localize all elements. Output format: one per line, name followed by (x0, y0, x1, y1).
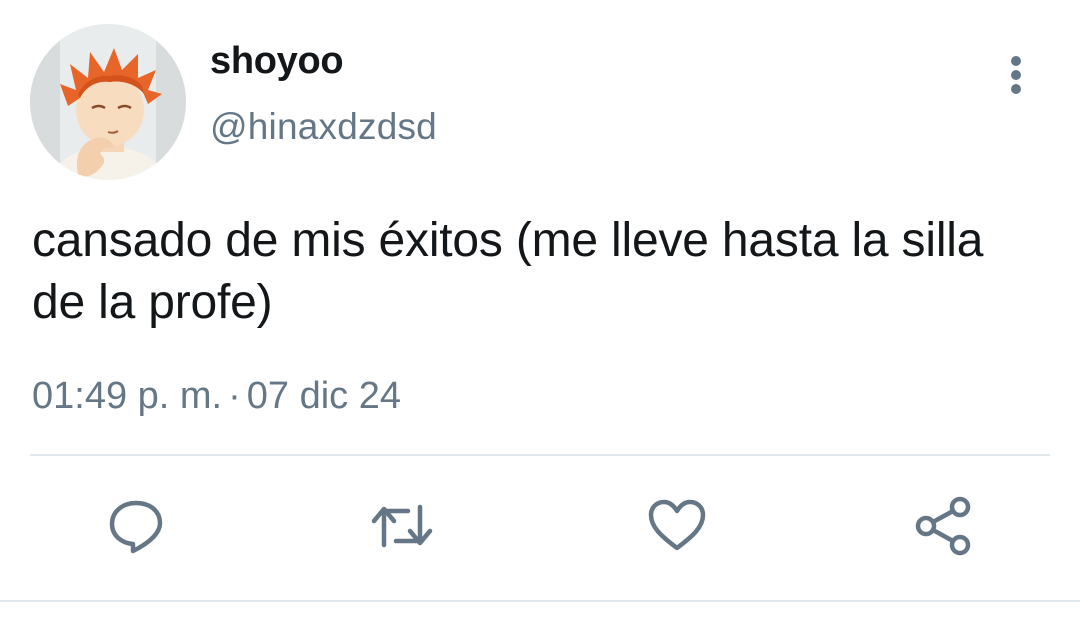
tweet-date: 07 dic 24 (246, 375, 402, 417)
timestamp-separator: · (228, 375, 241, 417)
like-heart-icon (648, 499, 706, 551)
divider (30, 454, 1050, 456)
bottom-divider (0, 600, 1080, 602)
share-icon (915, 496, 971, 556)
user-handle[interactable]: @hinaxdzdsd (210, 104, 437, 150)
more-options-button[interactable] (996, 50, 1036, 100)
like-button[interactable] (645, 494, 709, 558)
display-name[interactable]: shoyoo (210, 38, 344, 84)
reply-icon (109, 500, 163, 554)
tweet-time: 01:49 p. m. (32, 375, 223, 417)
retweet-icon (371, 504, 433, 548)
avatar[interactable] (30, 24, 186, 180)
more-dot-icon (1011, 84, 1021, 94)
more-dot-icon (1011, 56, 1021, 66)
tweet-timestamp[interactable]: 01:49 p. m. · 07 dic 24 (32, 372, 401, 420)
share-button[interactable] (912, 494, 976, 558)
reply-button[interactable] (104, 494, 168, 558)
avatar-image (30, 24, 186, 180)
tweet-text: cansado de mis éxitos (me lleve hasta la… (32, 214, 984, 329)
tweet-card: shoyoo @hinaxdzdsd cansado de mis éxitos… (0, 0, 1080, 618)
more-dot-icon (1011, 70, 1021, 80)
retweet-button[interactable] (370, 494, 434, 558)
